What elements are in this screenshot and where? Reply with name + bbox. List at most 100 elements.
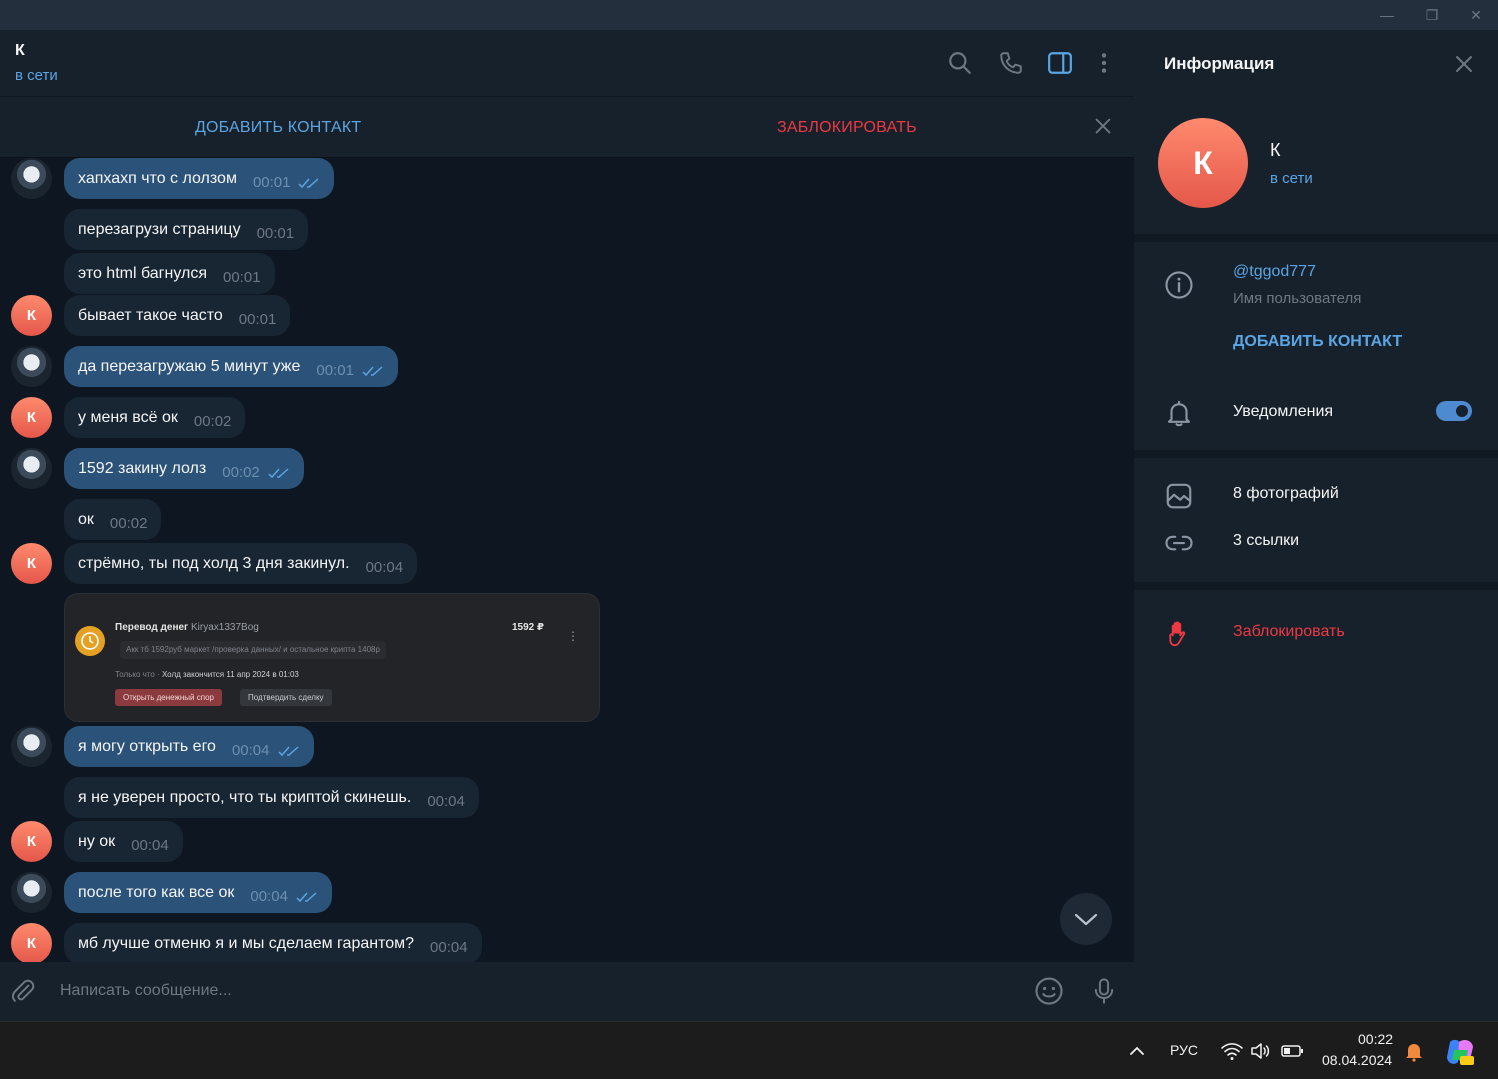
message-bubble[interactable]: это html багнулся 00:01	[64, 253, 275, 294]
media-dispute-button: Открыть денежный спор	[115, 689, 222, 706]
message-time: 00:04	[430, 939, 468, 956]
avatar[interactable]: К	[11, 397, 52, 438]
message-bubble[interactable]: ок 00:02	[64, 499, 162, 540]
message-bubble[interactable]: после того как все ок 00:04	[64, 872, 332, 913]
language-indicator[interactable]: РУС	[1170, 1042, 1198, 1058]
divider	[1134, 234, 1498, 242]
username-link[interactable]: @tggod777	[1233, 263, 1316, 281]
notifications-label: Уведомления	[1233, 403, 1334, 420]
profile-avatar[interactable]: К	[1158, 118, 1248, 208]
info-title: Информация	[1164, 54, 1275, 73]
message-input[interactable]	[50, 974, 1010, 1008]
message-text: после того как все ок	[78, 883, 235, 901]
taskbar: РУС 00:22 08.04.2024	[0, 1021, 1498, 1079]
media-title: Перевод денег Kiryax1337Bog	[115, 622, 259, 633]
notifications-toggle[interactable]	[1436, 401, 1472, 421]
message-bubble[interactable]: я могу открыть его 00:04	[64, 726, 314, 767]
avatar[interactable]	[11, 158, 52, 199]
avatar[interactable]	[11, 872, 52, 913]
message-bubble[interactable]: стрёмно, ты под холд 3 дня закинул. 00:04	[64, 543, 418, 584]
add-contact-button[interactable]: ДОБАВИТЬ КОНТАКТ	[195, 119, 361, 137]
restore-button[interactable]: ❐	[1417, 4, 1447, 26]
chat-header[interactable]: К в сети	[0, 30, 1134, 96]
avatar[interactable]: К	[11, 295, 52, 336]
chevron-down-icon	[1074, 913, 1098, 926]
emoji-icon[interactable]	[1034, 976, 1064, 1006]
message-time: 00:01	[256, 225, 295, 242]
phone-icon[interactable]	[998, 50, 1024, 76]
message-bubble[interactable]: хапхахп что с лолзом 00:01	[64, 158, 335, 199]
close-icon[interactable]	[1092, 115, 1114, 137]
message-text: 1592 закину лолз	[78, 459, 207, 477]
sidebar-toggle-icon[interactable]	[1047, 50, 1073, 76]
avatar[interactable]	[11, 448, 52, 489]
message-bubble[interactable]: бывает такое часто 00:01	[64, 295, 291, 336]
message-text: ну ок	[78, 832, 116, 850]
message-time: 00:01	[252, 174, 291, 191]
message-time: 00:04	[427, 793, 465, 810]
battery-icon[interactable]	[1280, 1039, 1304, 1063]
message-bubble[interactable]: мб лучше отменю я и мы сделаем гарантом?…	[64, 923, 482, 962]
notification-bell-icon[interactable]	[1402, 1039, 1426, 1063]
username-label: Имя пользователя	[1233, 290, 1362, 307]
wifi-icon[interactable]	[1220, 1039, 1244, 1063]
chat-title[interactable]: К	[15, 42, 25, 60]
contact-action-bar: ДОБАВИТЬ КОНТАКТ ЗАБЛОКИРОВАТЬ	[0, 96, 1134, 158]
message-text: это html багнулся	[78, 264, 207, 282]
message-bubble[interactable]: 1592 закину лолз 00:02	[64, 448, 304, 489]
message-text: мб лучше отменю я и мы сделаем гарантом?	[78, 934, 415, 952]
avatar[interactable]	[11, 726, 52, 767]
message-time: 00:04	[250, 888, 288, 905]
message-time: 00:02	[193, 413, 232, 430]
message-text: бывает такое часто	[78, 306, 223, 324]
message-text: хапхахп что с лолзом	[78, 169, 237, 187]
message-bubble[interactable]: я не уверен просто, что ты криптой скине…	[64, 777, 479, 818]
message-time: 00:04	[231, 742, 270, 759]
message-text: да перезагружаю 5 минут уже	[78, 357, 301, 375]
close-window-button[interactable]: ✕	[1461, 4, 1491, 26]
links-link[interactable]: 3 ссылки	[1233, 532, 1299, 550]
close-icon[interactable]	[1452, 52, 1476, 76]
chevron-up-icon[interactable]	[1125, 1039, 1149, 1063]
message-text: стрёмно, ты под холд 3 дня закинул.	[78, 554, 350, 572]
message-time: 00:01	[223, 269, 261, 286]
avatar[interactable]: К	[11, 543, 52, 584]
message-text: перезагрузи страницу	[78, 220, 241, 238]
avatar[interactable]: К	[11, 821, 52, 862]
window-titlebar: — ❐ ✕	[0, 0, 1498, 30]
microphone-icon[interactable]	[1090, 976, 1118, 1006]
divider	[1134, 582, 1498, 590]
info-block-button[interactable]: Заблокировать	[1233, 623, 1345, 641]
attach-icon[interactable]	[10, 978, 36, 1004]
clock-date[interactable]: 08.04.2024	[1322, 1052, 1392, 1068]
volume-icon[interactable]	[1249, 1039, 1273, 1063]
profile-name: К	[1270, 140, 1281, 160]
message-bubble[interactable]: перезагрузи страницу 00:01	[64, 209, 309, 250]
read-check-icon	[296, 891, 317, 902]
message-time: 00:01	[238, 311, 277, 328]
media-description: Акк тб 1592руб маркет /проверка данных/ …	[120, 641, 386, 659]
info-add-contact-button[interactable]: ДОБАВИТЬ КОНТАКТ	[1233, 333, 1402, 351]
more-icon[interactable]	[1091, 50, 1117, 76]
screenshot-image[interactable]: Перевод денег Kiryax1337Bog 1592 ₽ ⋮ Акк…	[64, 593, 600, 722]
copilot-icon[interactable]	[1444, 1036, 1476, 1068]
message-bubble[interactable]: ну ок 00:04	[64, 821, 183, 862]
clock-time[interactable]: 00:22	[1358, 1031, 1393, 1047]
info-icon	[1165, 271, 1193, 299]
message-text: я не уверен просто, что ты криптой скине…	[78, 788, 412, 806]
message-bubble[interactable]: да перезагружаю 5 минут уже 00:01	[64, 346, 398, 387]
avatar[interactable]	[11, 346, 52, 387]
message-bubble[interactable]: у меня всё ок 00:02	[64, 397, 246, 438]
message-list[interactable]: хапхахп что с лолзом 00:01 перезагрузи ст…	[0, 158, 1134, 962]
avatar[interactable]: К	[11, 923, 52, 962]
minimize-button[interactable]: —	[1372, 4, 1402, 26]
divider	[1134, 450, 1498, 458]
message-text: у меня всё ок	[78, 408, 178, 426]
media-amount: 1592 ₽	[512, 622, 544, 633]
read-check-icon	[268, 467, 289, 478]
scroll-down-button[interactable]	[1060, 893, 1112, 945]
search-icon[interactable]	[947, 50, 973, 76]
media-hold: Холд закончится 11 апр 2024 в 01:03	[161, 670, 299, 679]
block-button[interactable]: ЗАБЛОКИРОВАТЬ	[777, 119, 917, 137]
photos-link[interactable]: 8 фотографий	[1233, 485, 1339, 503]
